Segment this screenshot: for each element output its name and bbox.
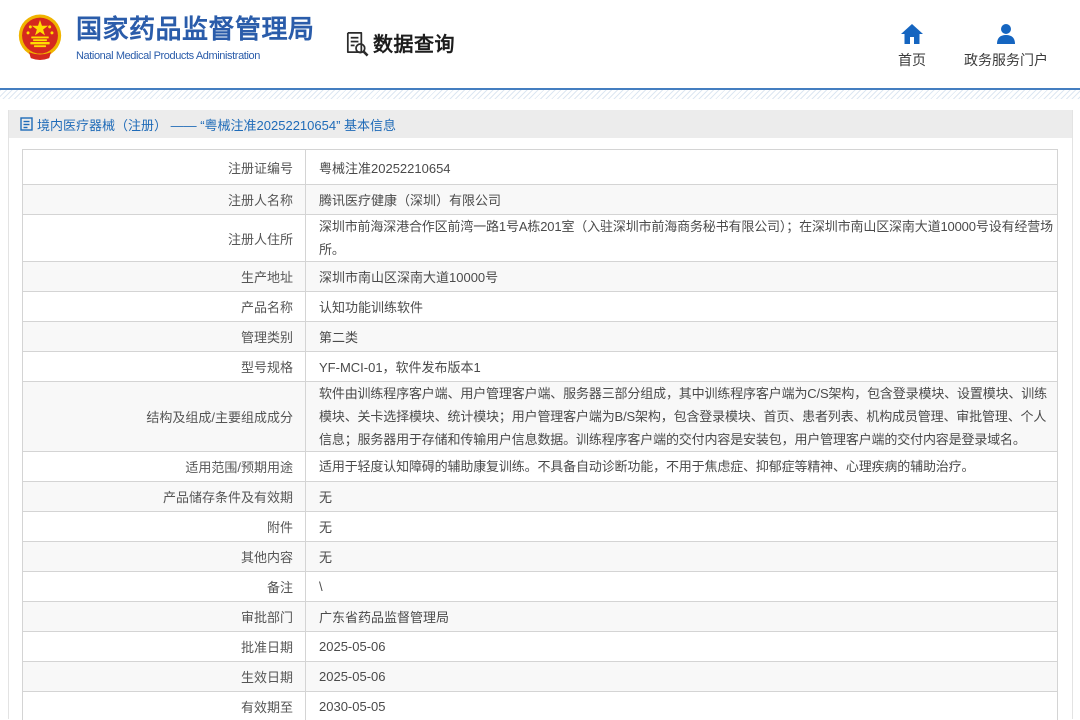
header-divider-hatch (0, 90, 1080, 99)
table-row: 附件无 (23, 512, 1058, 542)
table-row: 适用范围/预期用途适用于轻度认知障碍的辅助康复训练。不具备自动诊断功能，不用于焦… (23, 452, 1058, 482)
row-label: 备注 (23, 572, 306, 602)
row-value: 2030-05-05 (306, 692, 1058, 720)
national-emblem-logo (17, 11, 63, 63)
row-label: 审批部门 (23, 602, 306, 632)
table-row: 批准日期2025-05-06 (23, 632, 1058, 662)
row-value: 无 (306, 512, 1058, 542)
row-label: 注册证编号 (23, 150, 306, 185)
row-value: 深圳市前海深港合作区前湾一路1号A栋201室（入驻深圳市前海商务秘书有限公司）；… (306, 215, 1058, 262)
table-row: 审批部门广东省药品监督管理局 (23, 602, 1058, 632)
row-label: 生效日期 (23, 662, 306, 692)
table-row: 注册人住所深圳市前海深港合作区前湾一路1号A栋201室（入驻深圳市前海商务秘书有… (23, 215, 1058, 262)
top-nav: 首页 政务服务门户 (898, 24, 1048, 70)
info-table-body: 注册证编号粤械注准20252210654注册人名称腾讯医疗健康（深圳）有限公司注… (23, 150, 1058, 720)
table-row: 注册证编号粤械注准20252210654 (23, 150, 1058, 185)
content-frame: 境内医疗器械（注册） —— “粤械注准20252210654” 基本信息 注册证… (8, 110, 1073, 719)
row-value: 2025-05-06 (306, 662, 1058, 692)
data-query-icon (343, 30, 370, 57)
table-row: 其他内容无 (23, 542, 1058, 572)
table-row: 管理类别第二类 (23, 322, 1058, 352)
site-header: 国家药品监督管理局 National Medical Products Admi… (0, 0, 1080, 88)
row-label: 注册人住所 (23, 215, 306, 262)
row-label: 生产地址 (23, 262, 306, 292)
site-title-block: 国家药品监督管理局 National Medical Products Admi… (76, 14, 315, 62)
table-row: 产品名称认知功能训练软件 (23, 292, 1058, 322)
table-row: 有效期至2030-05-05 (23, 692, 1058, 720)
info-table: 注册证编号粤械注准20252210654注册人名称腾讯医疗健康（深圳）有限公司注… (22, 149, 1058, 720)
table-row: 产品储存条件及有效期无 (23, 482, 1058, 512)
home-icon (901, 24, 923, 44)
row-value: YF-MCI-01，软件发布版本1 (306, 352, 1058, 382)
row-value: 无 (306, 542, 1058, 572)
site-subtitle: National Medical Products Administration (76, 50, 315, 62)
table-row: 生效日期2025-05-06 (23, 662, 1058, 692)
row-value: \ (306, 572, 1058, 602)
row-value: 软件由训练程序客户端、用户管理客户端、服务器三部分组成，其中训练程序客户端为C/… (306, 382, 1058, 452)
row-label: 产品名称 (23, 292, 306, 322)
row-value: 腾讯医疗健康（深圳）有限公司 (306, 185, 1058, 215)
nav-gov-portal[interactable]: 政务服务门户 (964, 24, 1048, 70)
row-value: 适用于轻度认知障碍的辅助康复训练。不具备自动诊断功能，不用于焦虑症、抑郁症等精神… (306, 452, 1058, 482)
row-value: 无 (306, 482, 1058, 512)
table-row: 注册人名称腾讯医疗健康（深圳）有限公司 (23, 185, 1058, 215)
row-value: 认知功能训练软件 (306, 292, 1058, 322)
row-label: 批准日期 (23, 632, 306, 662)
table-row: 型号规格YF-MCI-01，软件发布版本1 (23, 352, 1058, 382)
data-query-heading: 数据查询 (343, 28, 455, 57)
table-row: 结构及组成/主要组成成分软件由训练程序客户端、用户管理客户端、服务器三部分组成，… (23, 382, 1058, 452)
user-icon (995, 24, 1017, 44)
row-label: 型号规格 (23, 352, 306, 382)
row-label: 产品储存条件及有效期 (23, 482, 306, 512)
nav-home[interactable]: 首页 (898, 24, 926, 70)
row-label: 附件 (23, 512, 306, 542)
breadcrumb-text[interactable]: 境内医疗器械（注册） —— “粤械注准20252210654” 基本信息 (37, 115, 396, 134)
row-value: 2025-05-06 (306, 632, 1058, 662)
site-title: 国家药品监督管理局 (76, 14, 315, 44)
table-row: 生产地址深圳市南山区深南大道10000号 (23, 262, 1058, 292)
row-label: 其他内容 (23, 542, 306, 572)
row-value: 深圳市南山区深南大道10000号 (306, 262, 1058, 292)
row-label: 管理类别 (23, 322, 306, 352)
row-value: 粤械注准20252210654 (306, 150, 1058, 185)
breadcrumb: 境内医疗器械（注册） —— “粤械注准20252210654” 基本信息 (9, 110, 1072, 138)
document-icon (20, 117, 33, 131)
row-label: 结构及组成/主要组成成分 (23, 382, 306, 452)
row-value: 广东省药品监督管理局 (306, 602, 1058, 632)
row-value: 第二类 (306, 322, 1058, 352)
row-label: 适用范围/预期用途 (23, 452, 306, 482)
row-label: 注册人名称 (23, 185, 306, 215)
table-row: 备注\ (23, 572, 1058, 602)
row-label: 有效期至 (23, 692, 306, 720)
